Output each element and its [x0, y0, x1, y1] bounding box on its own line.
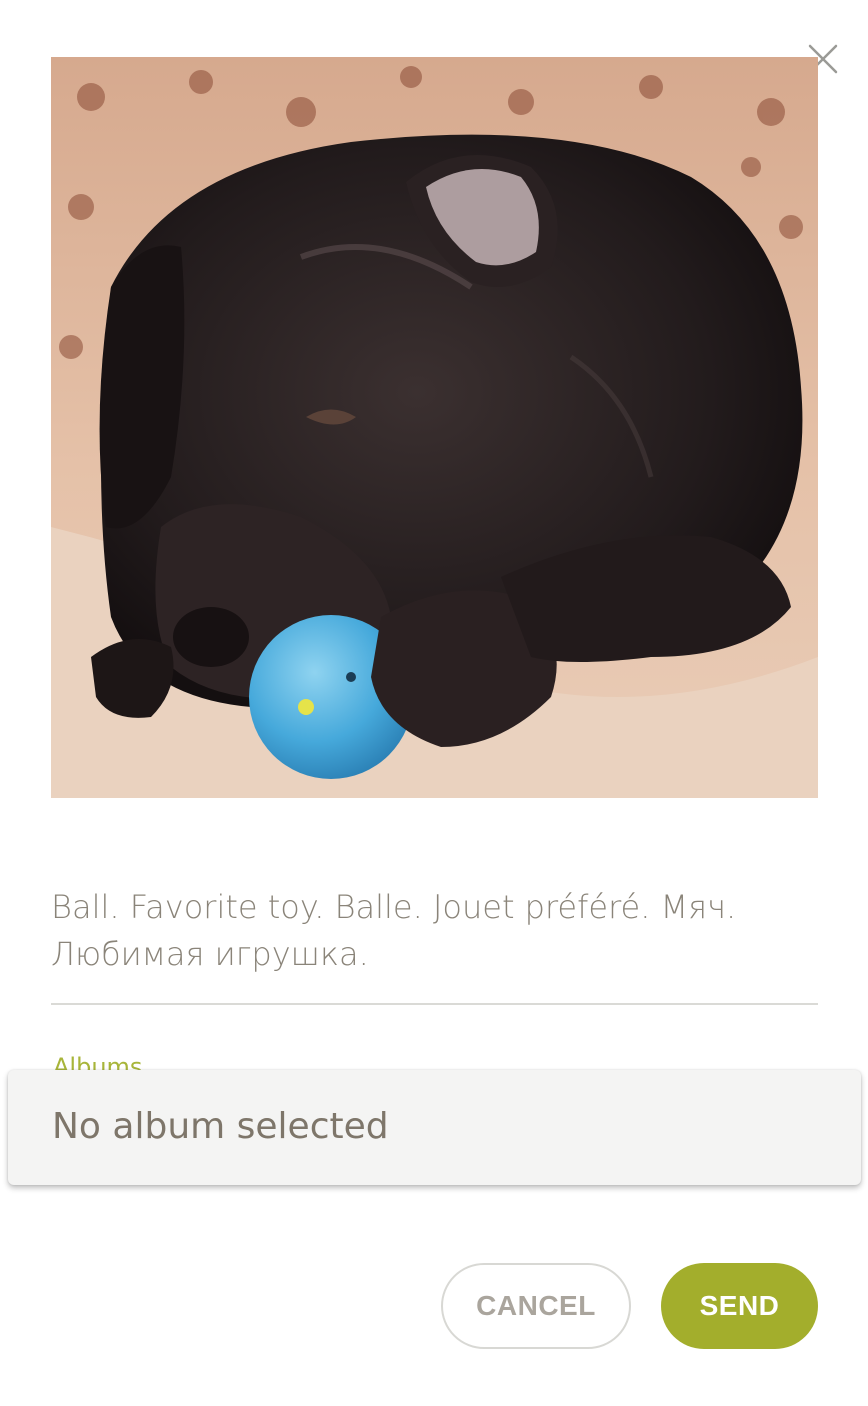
caption-line-2: Любимая игрушка. — [51, 935, 369, 973]
photo-preview — [51, 57, 818, 798]
dog-photo — [51, 57, 818, 798]
caption-field[interactable]: Ball. Favorite toy. Balle. Jouet préféré… — [51, 884, 818, 1005]
caption-line-1: Ball. Favorite toy. Balle. Jouet préféré… — [51, 888, 737, 926]
cancel-button[interactable]: CANCEL — [441, 1263, 631, 1349]
send-button[interactable]: SEND — [661, 1263, 818, 1349]
album-select-value: No album selected — [52, 1106, 389, 1147]
share-photo-dialog: Ball. Favorite toy. Balle. Jouet préféré… — [0, 0, 868, 1406]
album-select[interactable]: No album selected — [8, 1070, 861, 1185]
